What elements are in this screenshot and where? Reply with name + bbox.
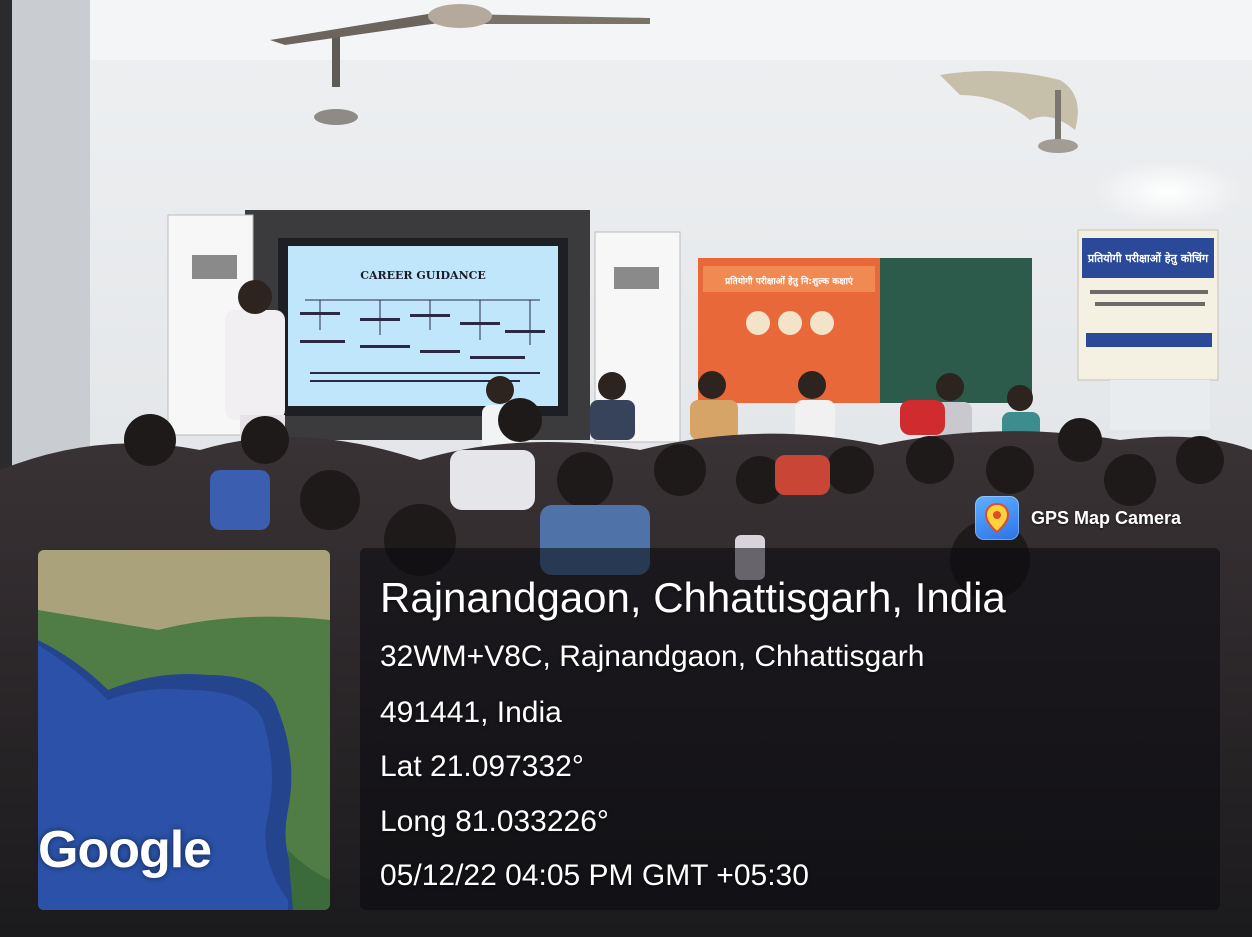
place-title: Rajnandgaon, Chhattisgarh, India	[380, 574, 1006, 621]
longitude: Long 81.033226°	[380, 805, 609, 838]
tube-light	[1093, 160, 1243, 224]
address-line-2: 491441, India	[380, 696, 562, 729]
google-logo: Google	[38, 821, 212, 879]
latitude: Lat 21.097332°	[380, 750, 584, 783]
app-name: GPS Map Camera	[1031, 507, 1182, 528]
speaker	[225, 310, 285, 420]
banner-center-text: प्रतियोगी परीक्षाओं हेतु नि:शुल्क कक्षाए…	[724, 275, 854, 287]
map-pin-icon	[975, 496, 1019, 540]
slide-title: CAREER GUIDANCE	[360, 269, 486, 282]
app-badge: GPS Map Camera	[975, 496, 1181, 540]
photo-stage: CAREER GUIDANCE प्रतियोगी परीक्षाओं हेतु…	[0, 0, 1252, 937]
banner-right-text: प्रतियोगी परीक्षाओं हेतु कोचिंग	[1087, 251, 1209, 266]
fan-hub	[314, 109, 358, 125]
fan-rod	[332, 32, 340, 87]
datetime: 05/12/22 04:05 PM GMT +05:30	[380, 859, 809, 892]
address-line-1: 32WM+V8C, Rajnandgaon, Chhattisgarh	[380, 640, 925, 673]
